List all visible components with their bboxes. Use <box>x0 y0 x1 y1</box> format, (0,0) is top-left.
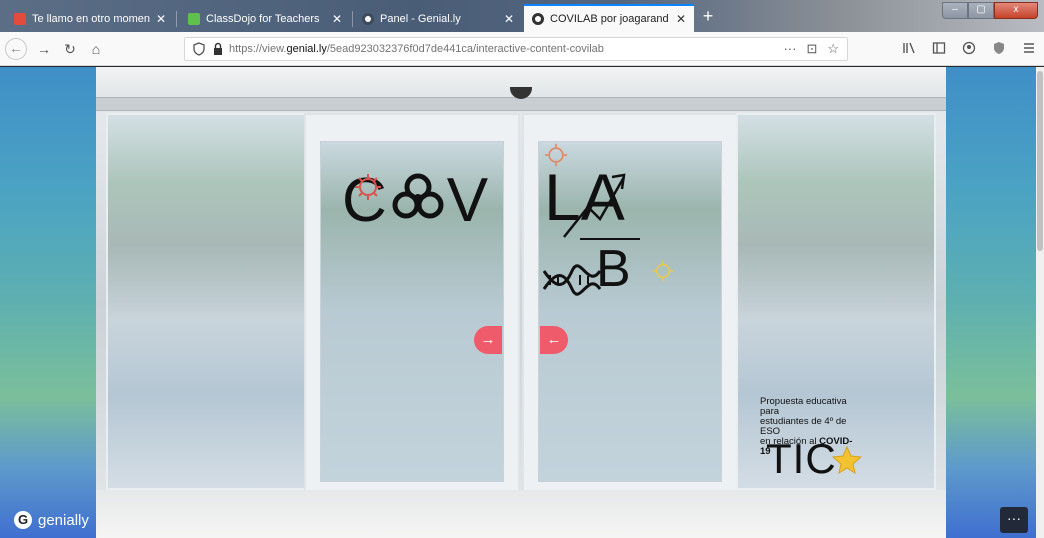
glass-panel-left <box>106 113 306 490</box>
tab-classdojo[interactable]: ClassDojo for Teachers ✕ <box>180 6 350 32</box>
forward-button[interactable]: → <box>34 39 54 59</box>
minimize-button[interactable]: – <box>942 2 968 19</box>
close-icon[interactable]: ✕ <box>676 12 686 26</box>
lock-icon[interactable] <box>212 42 224 56</box>
reload-button[interactable]: ↻ <box>60 39 80 59</box>
tab-covilab[interactable]: COVILAB por joagarand en Gen ✕ <box>524 4 694 32</box>
tracking-protection-icon[interactable] <box>193 42 205 56</box>
dna-icon <box>542 264 602 296</box>
tab-title: COVILAB por joagarand en Gen <box>550 13 670 25</box>
close-icon[interactable]: ✕ <box>332 12 342 26</box>
arrow-left-button[interactable]: ← <box>540 326 568 354</box>
genially-icon <box>362 13 374 25</box>
arrow-right-button[interactable]: → <box>474 326 502 354</box>
tab-strip: Te llamo en otro momento - jo ✕ ClassDoj… <box>0 0 1044 32</box>
address-bar[interactable]: https://view.genial.ly/5ead92303237​6f0d… <box>184 37 848 61</box>
back-button[interactable]: ← <box>5 38 27 60</box>
tab-genially-panel[interactable]: Panel - Genial.ly ✕ <box>354 6 522 32</box>
extension-shield-icon[interactable] <box>992 41 1006 55</box>
home-button[interactable]: ⌂ <box>86 39 106 59</box>
sliding-doors-background: CV LA B → ← Propuesta educativa para est… <box>96 67 946 538</box>
star-icon <box>832 445 862 475</box>
page-viewport: CV LA B → ← Propuesta educativa para est… <box>0 67 1036 538</box>
virus-icon <box>355 174 381 200</box>
tab-gmail[interactable]: Te llamo en otro momento - jo ✕ <box>6 6 174 32</box>
more-options-button[interactable]: ··· <box>1000 507 1028 533</box>
close-window-button[interactable]: x <box>994 2 1038 19</box>
title-b: B <box>596 240 631 298</box>
tic-label: TIC <box>766 435 837 482</box>
library-icon[interactable] <box>902 41 916 55</box>
virus-yellow-icon <box>652 260 674 282</box>
page-actions-button[interactable]: ··· <box>783 41 796 57</box>
url-text: https://view.genial.ly/5ead92303237​6f0d… <box>229 43 604 55</box>
tab-title: ClassDojo for Teachers <box>206 13 320 25</box>
bookmark-star-icon[interactable]: ☆ <box>827 41 839 57</box>
window-controls: – ▢ x <box>942 2 1038 19</box>
new-tab-button[interactable]: + <box>697 6 719 28</box>
trend-arrow-icon <box>563 173 640 240</box>
scrollbar-thumb[interactable] <box>1037 71 1043 251</box>
pocket-icon[interactable]: ⊡ <box>806 41 817 57</box>
biohazard-icon <box>392 173 444 219</box>
url-actions: ··· ⊡ ☆ <box>783 41 839 57</box>
classdojo-icon <box>188 13 200 25</box>
menu-icon[interactable] <box>1022 41 1036 55</box>
close-icon[interactable]: ✕ <box>504 12 514 26</box>
genially-icon <box>532 13 544 25</box>
navigation-toolbar: ← → ↻ ⌂ https://view.genial.ly/5ead92303… <box>0 32 1044 66</box>
account-icon[interactable] <box>962 41 976 55</box>
sidebar-icon[interactable] <box>932 41 946 55</box>
close-icon[interactable]: ✕ <box>156 12 166 26</box>
gmail-icon <box>14 13 26 25</box>
tab-title: Panel - Genial.ly <box>380 13 461 25</box>
genially-logo[interactable]: G genially <box>14 511 89 529</box>
maximize-button[interactable]: ▢ <box>968 2 994 19</box>
toolbar-right <box>902 41 1036 55</box>
tab-title: Te llamo en otro momento - jo <box>32 13 150 25</box>
vertical-scrollbar[interactable] <box>1036 67 1044 538</box>
genially-icon: G <box>14 511 32 529</box>
